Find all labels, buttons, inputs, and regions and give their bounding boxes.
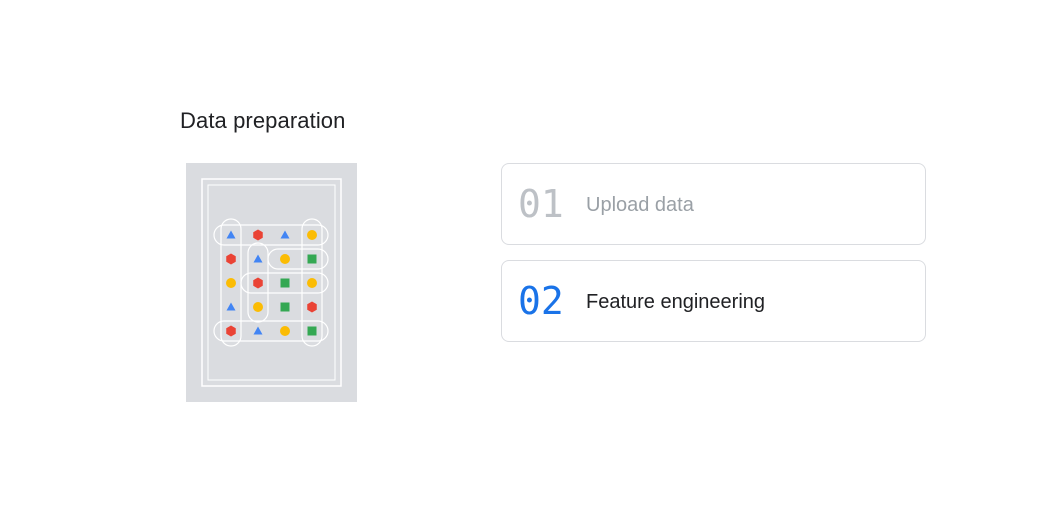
blue-triangle-icon (253, 254, 263, 263)
outer-frame (201, 178, 342, 387)
green-square-icon (280, 278, 290, 288)
blue-triangle-icon (226, 302, 236, 311)
red-hexagon-icon (307, 301, 317, 313)
green-square-icon (280, 302, 290, 312)
blue-triangle-icon (226, 230, 236, 239)
green-square-icon (307, 326, 317, 336)
row-pill (267, 248, 329, 270)
yellow-circle-icon (280, 326, 290, 336)
red-hexagon-icon (253, 229, 263, 241)
yellow-circle-icon (226, 278, 236, 288)
section-title: Data preparation (180, 108, 346, 133)
red-hexagon-icon (226, 325, 236, 337)
yellow-circle-icon (253, 302, 263, 312)
yellow-circle-icon (307, 230, 317, 240)
data-grid-illustration (186, 163, 357, 402)
red-hexagon-icon (226, 253, 236, 265)
step-card-feature-engineering[interactable]: 02 Feature engineering (501, 260, 926, 342)
blue-triangle-icon (253, 326, 263, 335)
blue-triangle-icon (280, 230, 290, 239)
yellow-circle-icon (280, 254, 290, 264)
step-number: 01 (518, 182, 564, 226)
yellow-circle-icon (307, 278, 317, 288)
red-hexagon-icon (253, 277, 263, 289)
green-square-icon (307, 254, 317, 264)
step-label: Upload data (586, 194, 694, 216)
step-label: Feature engineering (586, 291, 766, 313)
step-number: 02 (518, 279, 564, 323)
step-card-upload-data[interactable]: 01 Upload data (501, 163, 926, 245)
data-grid-graphic (201, 178, 342, 387)
